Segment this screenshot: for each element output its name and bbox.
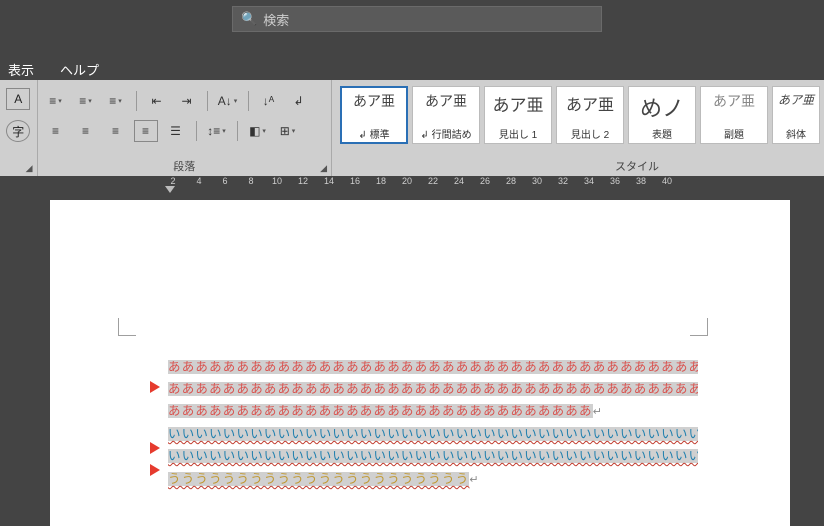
search-placeholder: 検索 — [263, 10, 289, 29]
group-styles: あア亜 ↲ 標準 あア亜 ↲ 行間詰め あア亜 見出し 1 あア亜 見出し 2 … — [332, 80, 824, 176]
style-heading1[interactable]: あア亜 見出し 1 — [484, 86, 552, 144]
borders-button[interactable]: ⊞▾ — [276, 120, 300, 142]
enclose-char-button[interactable]: 字 — [6, 120, 30, 142]
search-icon: 🔍 — [241, 11, 257, 27]
align-left-button[interactable]: ≡ — [44, 120, 68, 142]
para-mark-icon: ↵ — [593, 406, 603, 418]
menu-view[interactable]: 表示 — [4, 56, 38, 83]
justify-button[interactable]: ≡ — [134, 120, 158, 142]
paragraph-dialog-launcher[interactable]: ◢ — [320, 163, 327, 174]
style-no-spacing[interactable]: あア亜 ↲ 行間詰め — [412, 86, 480, 144]
group-font: A 字 ◢ — [0, 80, 38, 176]
text-run[interactable]: いいいいいいいいいいいいいいいいいいいいいいいいいいいいいいいいいいいいいいいい — [168, 449, 698, 463]
style-title[interactable]: めノ 表題 — [628, 86, 696, 144]
distributed-button[interactable]: ☰ — [164, 120, 188, 142]
bullets-button[interactable]: ≡▾ — [44, 90, 68, 112]
document-body[interactable]: ああああああああああああああああああああああああああああああああああああああああ… — [168, 356, 698, 491]
ruler-ticks: 24 68 1012 1416 1820 2224 2628 3032 3436… — [160, 176, 680, 186]
line-spacing-button[interactable]: ↕≡▾ — [205, 120, 229, 142]
text-run[interactable]: あああああああああああああああああああああああああああああああ — [168, 404, 593, 418]
style-heading2[interactable]: あア亜 見出し 2 — [556, 86, 624, 144]
callout-arrow-icon — [150, 381, 160, 393]
ribbon: A 字 ◢ ≡▾ ≡▾ ≡▾ ⇤ ⇥ A↓▾ ↓ᴬ ↲ ≡ ≡ ≡ ≡ ☰ ↕≡… — [0, 80, 824, 176]
group-paragraph: ≡▾ ≡▾ ≡▾ ⇤ ⇥ A↓▾ ↓ᴬ ↲ ≡ ≡ ≡ ≡ ☰ ↕≡▾ ◧▾ ⊞… — [38, 80, 332, 176]
para-mark-icon: ↵ — [469, 474, 479, 486]
style-normal[interactable]: あア亜 ↲ 標準 — [340, 86, 408, 144]
text-run[interactable]: ああああああああああああああああああああああああああああああああああああああああ — [168, 382, 698, 396]
style-subtitle[interactable]: あア亜 副題 — [700, 86, 768, 144]
show-marks-button[interactable]: ↲ — [287, 90, 311, 112]
numbering-button[interactable]: ≡▾ — [74, 90, 98, 112]
margin-corner-tr — [690, 318, 708, 336]
styles-group-label: スタイル — [615, 158, 659, 174]
menu-help[interactable]: ヘルプ — [56, 56, 103, 83]
text-run[interactable]: うううううううううううううううううううううう — [168, 472, 469, 486]
align-center-button[interactable]: ≡ — [74, 120, 98, 142]
text-run[interactable]: ああああああああああああああああああああああああああああああああああああああああ — [168, 360, 698, 374]
asian-layout-button[interactable]: ↓ᴬ — [257, 90, 281, 112]
text-run[interactable]: いいいいいいいいいいいいいいいいいいいいいいいいいいいいいいいいいいいいいいいい — [168, 427, 698, 441]
margin-corner-tl — [118, 318, 136, 336]
callout-arrow-icon — [150, 442, 160, 454]
menu-bar: 表示 ヘルプ — [4, 56, 103, 83]
search-box[interactable]: 🔍 検索 — [232, 6, 602, 32]
ruler[interactable]: 24 68 1012 1416 1820 2224 2628 3032 3436… — [0, 176, 824, 198]
decrease-indent-button[interactable]: ⇤ — [145, 90, 169, 112]
sort-button[interactable]: A↓▾ — [216, 90, 240, 112]
align-right-button[interactable]: ≡ — [104, 120, 128, 142]
multilevel-button[interactable]: ≡▾ — [104, 90, 128, 112]
font-dialog-launcher[interactable]: ◢ — [26, 163, 33, 174]
increase-indent-button[interactable]: ⇥ — [175, 90, 199, 112]
char-border-button[interactable]: A — [6, 88, 30, 110]
style-italic[interactable]: あア亜 斜体 — [772, 86, 820, 144]
paragraph-group-label: 段落 — [173, 158, 195, 174]
callout-arrow-icon — [150, 464, 160, 476]
shading-button[interactable]: ◧▾ — [246, 120, 270, 142]
indent-marker[interactable] — [165, 186, 175, 193]
